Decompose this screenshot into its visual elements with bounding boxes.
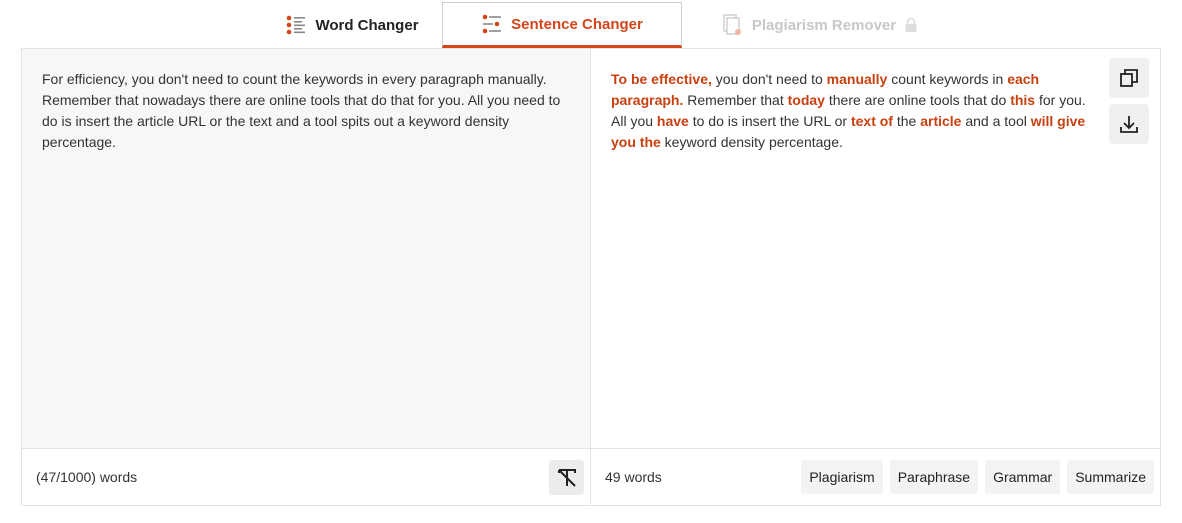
tool-tabs: Word Changer Sentence Changer Plagiarism…: [0, 0, 1182, 48]
paraphrase-button[interactable]: Paraphrase: [889, 460, 979, 494]
tab-plagiarism-remover-label: Plagiarism Remover: [751, 16, 897, 34]
download-button[interactable]: [1109, 104, 1149, 144]
unchanged-phrase: count keywords in: [887, 71, 1008, 87]
output-panel: To be effective, you don't need to manua…: [590, 48, 1161, 506]
changed-phrase: have: [656, 113, 689, 129]
clear-text-button[interactable]: [549, 460, 584, 495]
input-word-count: (47/1000) words: [36, 469, 138, 485]
tab-sentence-changer[interactable]: Sentence Changer: [442, 2, 682, 48]
tab-plagiarism-remover[interactable]: Plagiarism Remover: [700, 2, 940, 48]
unchanged-phrase: there are online tools that do: [824, 92, 1011, 108]
changed-phrase: article: [920, 113, 962, 129]
lock-icon: [905, 17, 917, 32]
sliders-icon: [482, 14, 502, 34]
unchanged-phrase: and a tool: [961, 113, 1031, 129]
changed-phrase: text of: [850, 113, 893, 129]
unchanged-phrase: keyword density percentage.: [660, 134, 843, 150]
unchanged-phrase: the: [892, 113, 921, 129]
output-text: To be effective, you don't need to manua…: [611, 69, 1098, 153]
list-icon: [287, 15, 306, 35]
output-word-count: 49 words: [605, 469, 662, 485]
action-buttons: Plagiarism Paraphrase Grammar Summarize: [801, 460, 1154, 494]
grammar-button[interactable]: Grammar: [985, 460, 1061, 494]
unchanged-phrase: to do is insert the URL or: [688, 113, 851, 129]
input-panel: For efficiency, you don't need to count …: [21, 48, 591, 506]
tab-sentence-changer-label: Sentence Changer: [511, 15, 643, 33]
tab-word-changer[interactable]: Word Changer: [262, 2, 442, 48]
changed-phrase: this: [1010, 92, 1036, 108]
input-footer: (47/1000) words: [22, 448, 590, 505]
unchanged-phrase: Remember that: [683, 92, 788, 108]
summarize-button[interactable]: Summarize: [1067, 460, 1154, 494]
download-icon: [1120, 116, 1138, 133]
changed-phrase: today: [787, 92, 825, 108]
copy-icon: [1120, 69, 1138, 87]
document-icon: [723, 14, 741, 35]
changed-phrase: To be effective,: [611, 71, 712, 87]
copy-button[interactable]: [1109, 58, 1149, 98]
input-text[interactable]: For efficiency, you don't need to count …: [42, 69, 574, 153]
clear-format-icon: [557, 468, 576, 487]
output-footer: 49 words Plagiarism Paraphrase Grammar S…: [591, 448, 1160, 505]
tab-word-changer-label: Word Changer: [315, 16, 419, 34]
unchanged-phrase: you don't need to: [711, 71, 827, 87]
changed-phrase: manually: [826, 71, 888, 87]
plagiarism-button[interactable]: Plagiarism: [801, 460, 883, 494]
